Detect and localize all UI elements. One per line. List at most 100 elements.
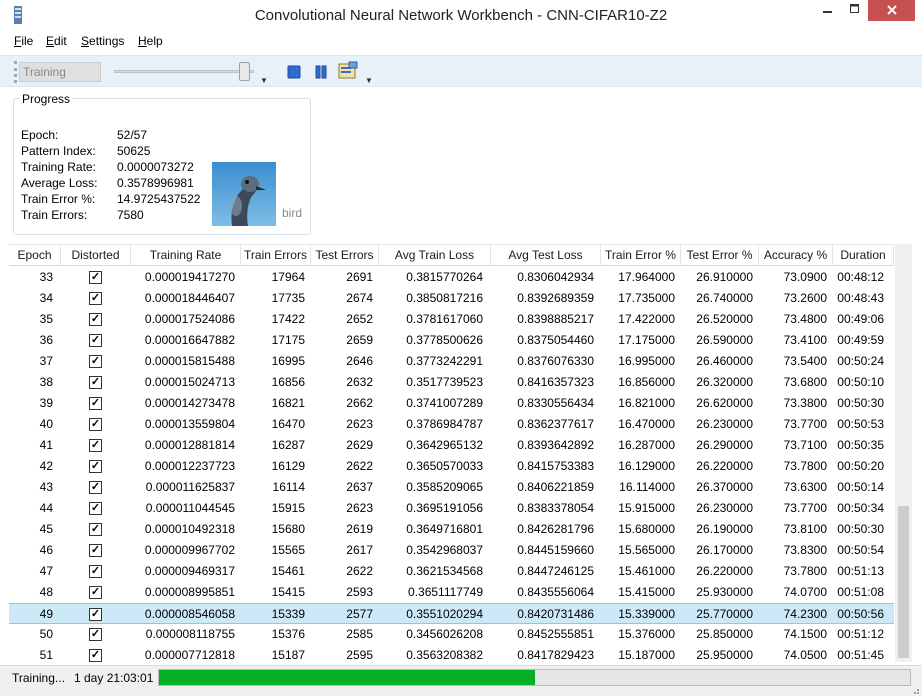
cell-avg-train-loss: 0.3781617060 [406,312,483,326]
distorted-checkbox[interactable]: ✓ [89,586,102,599]
distorted-checkbox[interactable]: ✓ [89,481,102,494]
distorted-checkbox[interactable]: ✓ [89,271,102,284]
table-row[interactable]: 49 ✓ 0.000008546058 15339 2577 0.3551020294 0.… [9,603,894,624]
table-row[interactable]: 34 ✓ 0.000018446407 17735 2674 0.3850817216 0.… [9,288,894,309]
cell-accuracy-pct: 73.7700 [783,501,827,515]
cell-epoch: 36 [39,333,53,347]
distorted-checkbox[interactable]: ✓ [89,628,102,641]
table-row[interactable]: 41 ✓ 0.000012881814 16287 2629 0.3642965132 0.… [9,435,894,456]
table-row[interactable]: 48 ✓ 0.000008995851 15415 2593 0.3651117749 0.… [9,582,894,603]
menu-help[interactable]: Help [138,34,163,48]
column-header-train-error-pct[interactable]: Train Error % [601,245,681,266]
column-header-avg-train-loss[interactable]: Avg Train Loss [379,245,491,266]
sample-class-label: bird [282,206,303,220]
column-header-avg-test-loss[interactable]: Avg Test Loss [491,245,601,266]
menu-edit[interactable]: Edit [46,34,67,48]
speed-slider[interactable] [114,70,254,73]
cell-test-errors: 2593 [346,585,373,599]
cell-train-errors: 15187 [271,648,305,662]
distorted-checkbox[interactable]: ✓ [89,313,102,326]
column-header-epoch[interactable]: Epoch [9,245,61,266]
minimize-button[interactable] [814,0,841,21]
table-row[interactable]: 46 ✓ 0.000009967702 15565 2617 0.3542968037 0.… [9,540,894,561]
table-row[interactable]: 36 ✓ 0.000016647882 17175 2659 0.3778500626 0.… [9,330,894,351]
settings-button[interactable] [337,61,359,81]
table-row[interactable]: 39 ✓ 0.000014273478 16821 2662 0.3741007289 0.… [9,393,894,414]
distorted-checkbox[interactable]: ✓ [89,376,102,389]
distorted-checkbox[interactable]: ✓ [89,544,102,557]
table-row[interactable]: 33 ✓ 0.000019417270 17964 2691 0.3815770264 0.… [9,267,894,288]
menu-file[interactable]: File [14,34,33,48]
cell-duration: 00:51:12 [837,627,884,641]
cell-train-error-pct: 16.114000 [619,480,675,494]
grid-vertical-scrollbar[interactable] [895,244,912,662]
column-header-test-errors[interactable]: Test Errors [311,245,379,266]
cell-training-rate: 0.000015024713 [144,375,235,389]
table-row[interactable]: 37 ✓ 0.000015815488 16995 2646 0.3773242291 0.… [9,351,894,372]
close-button[interactable] [868,0,915,21]
column-header-distorted[interactable]: Distorted [61,245,131,266]
cell-avg-test-loss: 0.8393642892 [517,438,594,452]
table-row[interactable]: 50 ✓ 0.000008118755 15376 2585 0.3456026208 0.… [9,624,894,645]
cell-test-error-pct: 26.620000 [696,396,753,410]
cell-test-errors: 2617 [346,543,373,557]
menu-help-label: elp [146,34,163,48]
table-row[interactable]: 38 ✓ 0.000015024713 16856 2632 0.3517739523 0.… [9,372,894,393]
toolbar-overflow-icon-2[interactable]: ▼ [365,76,373,85]
distorted-checkbox[interactable]: ✓ [89,565,102,578]
cell-train-error-pct: 17.175000 [618,333,675,347]
cell-accuracy-pct: 73.4100 [783,333,827,347]
resize-grip-icon[interactable] [910,685,920,695]
table-row[interactable]: 51 ✓ 0.000007712818 15187 2595 0.3563208382 0.… [9,645,894,662]
cell-avg-train-loss: 0.3642965132 [406,438,483,452]
stop-button[interactable] [286,64,302,80]
distorted-checkbox[interactable]: ✓ [89,502,102,515]
distorted-checkbox[interactable]: ✓ [89,523,102,536]
distorted-checkbox[interactable]: ✓ [89,608,102,621]
table-row[interactable]: 42 ✓ 0.000012237723 16129 2622 0.3650570033 0.… [9,456,894,477]
distorted-checkbox[interactable]: ✓ [89,397,102,410]
cell-epoch: 38 [39,375,53,389]
cell-epoch: 50 [39,627,53,641]
distorted-checkbox[interactable]: ✓ [89,334,102,347]
title-bar: Convolutional Neural Network Workbench -… [0,0,922,31]
cell-test-errors: 2662 [346,396,373,410]
distorted-checkbox[interactable]: ✓ [89,649,102,662]
table-row[interactable]: 43 ✓ 0.000011625837 16114 2637 0.3585209065 0.… [9,477,894,498]
column-header-test-error-pct[interactable]: Test Error % [681,245,759,266]
table-row[interactable]: 47 ✓ 0.000009469317 15461 2622 0.3621534568 0.… [9,561,894,582]
column-header-accuracy-pct[interactable]: Accuracy % [759,245,833,266]
cell-test-error-pct: 25.950000 [696,648,753,662]
cell-train-errors: 17735 [271,291,305,305]
column-header-train-errors[interactable]: Train Errors [241,245,311,266]
cell-duration: 00:50:35 [837,438,884,452]
cell-train-error-pct: 16.470000 [618,417,675,431]
epoch-results-grid[interactable]: Epoch Distorted Training Rate Train Erro… [9,244,894,662]
cell-train-error-pct: 15.376000 [618,627,675,641]
cell-duration: 00:50:30 [837,396,884,410]
cell-epoch: 44 [39,501,53,515]
scrollbar-thumb[interactable] [898,506,909,658]
table-row[interactable]: 44 ✓ 0.000011044545 15915 2623 0.3695191056 0.… [9,498,894,519]
distorted-checkbox[interactable]: ✓ [89,439,102,452]
cell-avg-train-loss: 0.3650570033 [406,459,483,473]
cell-training-rate: 0.000009469317 [144,564,235,578]
speed-slider-thumb[interactable] [239,62,250,81]
column-header-duration[interactable]: Duration [833,245,894,266]
table-row[interactable]: 35 ✓ 0.000017524086 17422 2652 0.3781617060 0.… [9,309,894,330]
distorted-checkbox[interactable]: ✓ [89,460,102,473]
distorted-checkbox[interactable]: ✓ [89,355,102,368]
distorted-checkbox[interactable]: ✓ [89,418,102,431]
distorted-checkbox[interactable]: ✓ [89,292,102,305]
toolbar-overflow-icon[interactable]: ▼ [260,76,268,85]
toolbar-grip-handle[interactable] [14,61,17,83]
menu-edit-mnemonic: E [46,34,55,48]
menu-settings[interactable]: Settings [81,34,124,48]
table-row[interactable]: 40 ✓ 0.000013559804 16470 2623 0.3786984787 0.… [9,414,894,435]
cell-train-errors: 16470 [271,417,305,431]
training-mode-field[interactable]: Training [19,62,101,82]
table-row[interactable]: 45 ✓ 0.000010492318 15680 2619 0.3649716801 0.… [9,519,894,540]
pause-button[interactable] [313,64,329,80]
column-header-training-rate[interactable]: Training Rate [131,245,241,266]
maximize-button[interactable] [841,0,868,21]
